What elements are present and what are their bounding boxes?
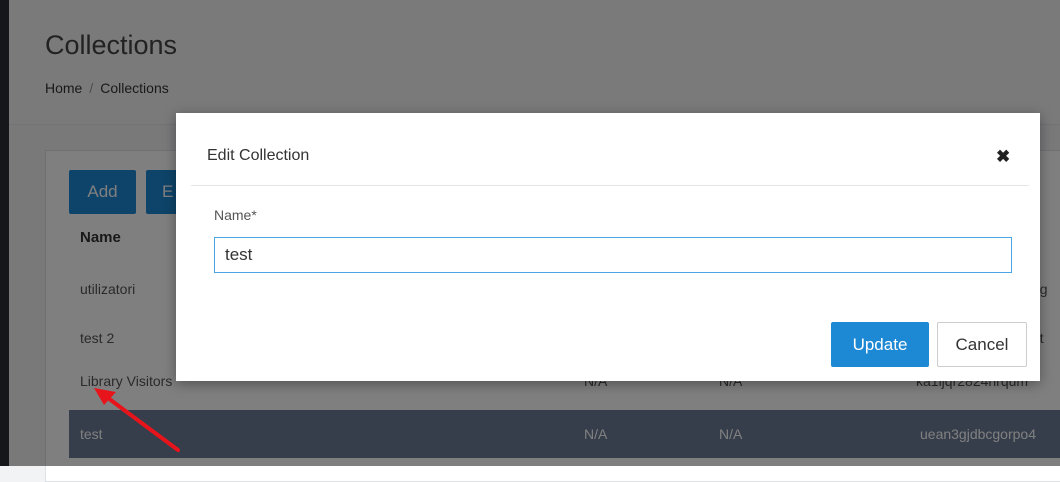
annotation-arrow-icon: [94, 388, 180, 452]
